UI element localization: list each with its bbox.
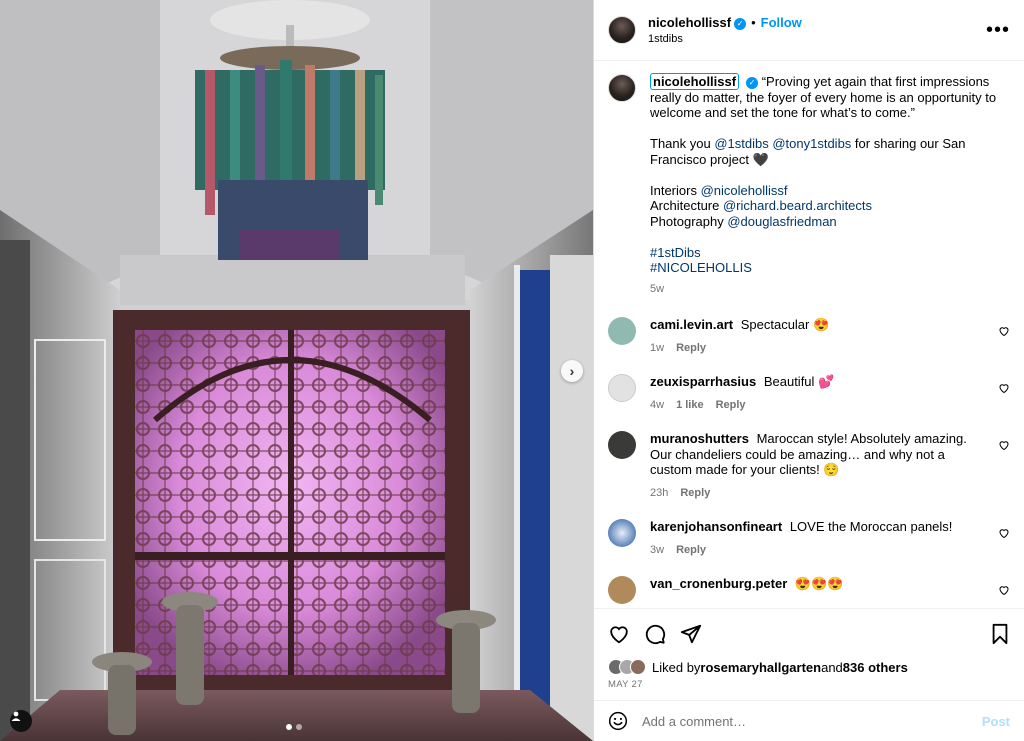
- likes-middle: and: [821, 659, 843, 675]
- credit-photography-label: Photography: [650, 213, 728, 229]
- emoji-icon[interactable]: [608, 711, 628, 731]
- post-actions: Liked by rosemaryhallgarten and 836 othe…: [594, 608, 1024, 690]
- commenter-avatar[interactable]: [608, 374, 636, 402]
- carousel-indicator: [286, 724, 302, 730]
- liker-avatar: [630, 659, 646, 675]
- comment-time[interactable]: 3w: [650, 544, 664, 556]
- header-separator: •: [751, 15, 756, 30]
- post-date[interactable]: MAY 27: [608, 679, 1010, 690]
- liker-username[interactable]: rosemaryhallgarten: [700, 660, 821, 675]
- caption-credits: Interiors @nicolehollissf Architecture @…: [650, 183, 1000, 230]
- caption: nicolehollissf ✓ “Proving yet again that …: [608, 73, 1010, 298]
- mention-douglasfriedman[interactable]: @douglasfriedman: [727, 214, 836, 229]
- credit-architecture-label: Architecture: [650, 198, 723, 213]
- likes-summary: Liked by rosemaryhallgarten and 836 othe…: [608, 659, 1010, 675]
- comment-time[interactable]: 1w: [650, 342, 664, 354]
- credit-interiors-label: Interiors: [650, 182, 701, 198]
- caption-username[interactable]: nicolehollissf: [650, 73, 740, 90]
- verified-badge-icon: ✓: [734, 17, 747, 30]
- mention-nicolehollissf[interactable]: @nicolehollissf: [701, 183, 788, 198]
- commenter-avatar[interactable]: [608, 519, 636, 547]
- carousel-next-button[interactable]: ›: [561, 360, 583, 382]
- comment-time[interactable]: 23h: [650, 487, 668, 499]
- hashtag-1stdibs[interactable]: #1stDibs: [650, 245, 1000, 261]
- comment-item: van_cronenburg.peter 😍😍😍: [608, 576, 1010, 604]
- comment-item: karenjohansonfineart LOVE the Moroccan p…: [608, 519, 1010, 558]
- comments-list[interactable]: nicolehollissf ✓ “Proving yet again that …: [594, 62, 1024, 608]
- bookmark-icon[interactable]: [990, 623, 1010, 645]
- carousel-dot: [296, 724, 302, 730]
- comment-text: Beautiful 💕: [763, 374, 835, 389]
- mention-tony1stdibs[interactable]: @tony1stdibs: [772, 136, 851, 151]
- comment-text: 😍😍😍: [794, 576, 844, 591]
- caption-thanks: Thank you @1stdibs @tony1stdibs for shar…: [650, 136, 1000, 167]
- comment-likes-count[interactable]: 1 like: [676, 399, 704, 411]
- reply-button[interactable]: Reply: [680, 487, 710, 499]
- comment-text: LOVE the Moroccan panels!: [789, 519, 953, 534]
- comment-text: Spectacular 😍: [740, 317, 830, 332]
- comment-item: cami.levin.art Spectacular 😍 1w Reply: [608, 317, 1010, 356]
- comment-username[interactable]: van_cronenburg.peter: [650, 576, 791, 591]
- follow-button[interactable]: Follow: [761, 15, 802, 30]
- comment-username[interactable]: cami.levin.art: [650, 317, 737, 332]
- comment-username[interactable]: zeuxisparrhasius: [650, 374, 760, 389]
- comment-like-icon[interactable]: [998, 439, 1010, 451]
- caption-avatar[interactable]: [608, 74, 636, 102]
- likes-prefix: Liked by: [652, 659, 701, 675]
- comment-icon[interactable]: [644, 623, 666, 645]
- add-comment-input[interactable]: [642, 713, 982, 729]
- caption-time[interactable]: 5w: [650, 282, 1000, 298]
- comment-like-icon[interactable]: [998, 584, 1010, 596]
- comment-item: muranoshutters Maroccan style! Absolutel…: [608, 431, 1010, 501]
- mention-1stdibs[interactable]: @1stdibs: [714, 136, 768, 151]
- reply-button[interactable]: Reply: [716, 399, 746, 411]
- post-side-panel: nicolehollissf ✓ • Follow 1stdibs ••• nicol…: [593, 0, 1024, 741]
- author-username[interactable]: nicolehollissf: [648, 15, 731, 30]
- post-header: nicolehollissf ✓ • Follow 1stdibs •••: [594, 0, 1024, 61]
- heart-icon[interactable]: [608, 623, 630, 645]
- tagged-users-button[interactable]: [10, 710, 32, 732]
- comment-time[interactable]: 4w: [650, 399, 664, 411]
- caption-hashtags: #1stDibs #NICOLEHOLLIS: [650, 245, 1000, 276]
- comment-like-icon[interactable]: [998, 382, 1010, 394]
- comment-item: zeuxisparrhasius Beautiful 💕 4w 1 like Rep…: [608, 374, 1010, 413]
- comment-like-icon[interactable]: [998, 527, 1010, 539]
- post-photo[interactable]: ›: [0, 0, 593, 741]
- comment-username[interactable]: muranoshutters: [650, 431, 753, 446]
- carousel-dot-active: [286, 724, 292, 730]
- more-options-icon[interactable]: •••: [986, 19, 1010, 42]
- liker-avatars: [608, 659, 646, 675]
- add-comment-bar: Post: [594, 700, 1024, 741]
- hashtag-nicolehollis[interactable]: #NICOLEHOLLIS: [650, 260, 1000, 276]
- author-subtitle[interactable]: 1stdibs: [648, 33, 802, 45]
- commenter-avatar[interactable]: [608, 431, 636, 459]
- verified-badge-icon: ✓: [746, 76, 759, 89]
- post-comment-button[interactable]: Post: [982, 714, 1010, 729]
- commenter-avatar[interactable]: [608, 317, 636, 345]
- foyer-image: [0, 0, 593, 741]
- reply-button[interactable]: Reply: [676, 544, 706, 556]
- mention-richard-beard-architects[interactable]: @richard.beard.architects: [723, 198, 872, 213]
- user-tag-icon: [11, 711, 21, 721]
- comment-like-icon[interactable]: [998, 325, 1010, 337]
- author-avatar[interactable]: [608, 16, 636, 44]
- chandelier: [195, 60, 385, 260]
- caption-thanks-prefix: Thank you: [650, 136, 715, 151]
- reply-button[interactable]: Reply: [676, 342, 706, 354]
- chevron-right-icon: ›: [569, 363, 575, 379]
- share-icon[interactable]: [680, 623, 702, 645]
- likes-count[interactable]: 836 others: [843, 660, 908, 675]
- commenter-avatar[interactable]: [608, 576, 636, 604]
- comment-username[interactable]: karenjohansonfineart: [650, 519, 786, 534]
